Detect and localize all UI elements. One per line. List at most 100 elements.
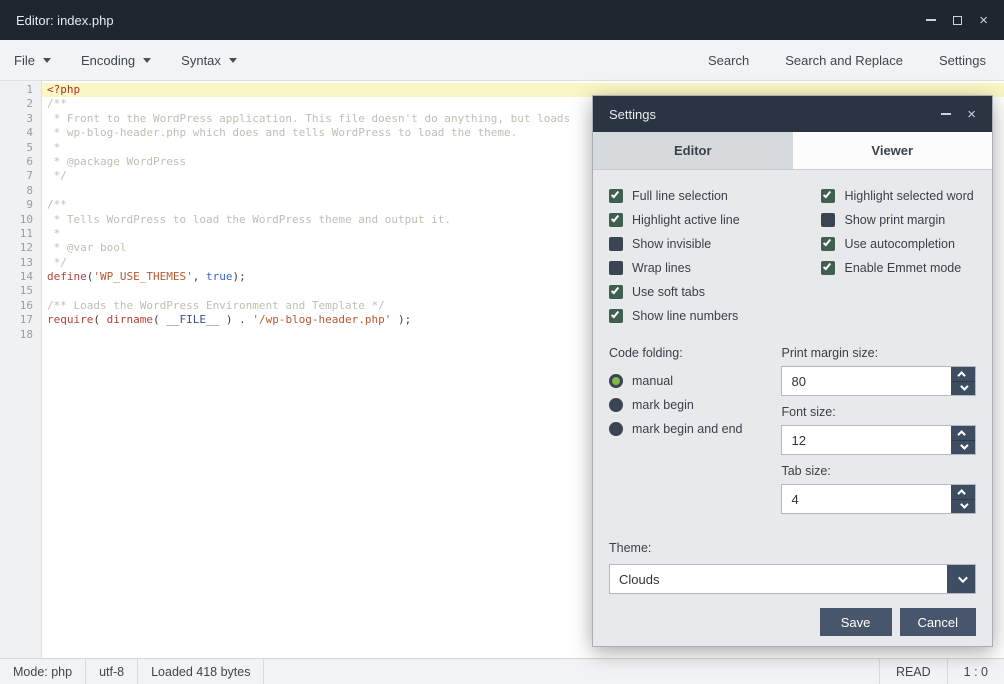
spinner-print-margin-size: Print margin size: 80: [781, 346, 976, 396]
line-number: 15: [0, 284, 42, 298]
dialog-close-button[interactable]: ×: [967, 107, 976, 122]
minimize-icon: [926, 19, 936, 21]
radio-label: mark begin: [632, 398, 694, 412]
line-number: 4: [0, 126, 42, 140]
spinner-buttons: [951, 426, 975, 454]
checkbox[interactable]: [609, 237, 623, 251]
checkbox[interactable]: [821, 213, 835, 227]
maximize-button[interactable]: [953, 16, 962, 25]
checkbox[interactable]: [609, 309, 623, 323]
dialog-minimize-button[interactable]: [941, 113, 951, 115]
dialog-tabs: EditorViewer: [593, 132, 992, 170]
statusbar: Mode: phputf-8Loaded 418 bytes READ1 : 0: [0, 658, 1004, 684]
menu-syntax[interactable]: Syntax: [181, 53, 237, 68]
check-icon: [611, 214, 619, 223]
window-title: Editor: index.php: [16, 13, 114, 28]
checkbox[interactable]: [821, 189, 835, 203]
option-enable-emmet-mode: Enable Emmet mode: [821, 256, 976, 280]
menu-label: Encoding: [81, 53, 135, 68]
status-utf-8: utf-8: [86, 659, 138, 684]
mid-section: Code folding: manualmark beginmark begin…: [609, 346, 976, 523]
radio-selected-dot: [612, 377, 620, 385]
line-number: 2: [0, 97, 42, 111]
print-margin-size-input: 80: [781, 366, 976, 396]
radio-button[interactable]: [609, 398, 623, 412]
spinner-up-button[interactable]: [951, 367, 975, 381]
minimize-icon: [941, 113, 951, 115]
check-icon: [611, 286, 619, 295]
spinner-tab-size: Tab size:4: [781, 464, 976, 514]
save-button[interactable]: Save: [820, 608, 892, 636]
chevron-up-icon: [957, 489, 965, 497]
line-number: 8: [0, 184, 42, 198]
chevron-up-icon: [957, 430, 965, 438]
theme-select[interactable]: Clouds: [609, 564, 976, 594]
minimize-button[interactable]: [926, 19, 936, 21]
chevron-down-icon: [957, 573, 967, 583]
spinner-down-button[interactable]: [951, 381, 975, 396]
option-show-invisible: Show invisible: [609, 232, 781, 256]
option-wrap-lines: Wrap lines: [609, 256, 781, 280]
app-window: Editor: index.php × File Encoding Syntax S…: [0, 0, 1004, 684]
menu-settings[interactable]: Settings: [939, 53, 986, 68]
cancel-button[interactable]: Cancel: [900, 608, 976, 636]
line-number: 10: [0, 213, 42, 227]
status-mode-php: Mode: php: [0, 659, 86, 684]
spinner-down-button[interactable]: [951, 499, 975, 514]
spinner-label: Font size:: [781, 405, 976, 419]
dialog-controls: ×: [941, 107, 976, 122]
line-number: 9: [0, 198, 42, 212]
tab-viewer[interactable]: Viewer: [793, 132, 993, 169]
checkbox[interactable]: [609, 285, 623, 299]
spinner-up-button[interactable]: [951, 426, 975, 440]
menu-file[interactable]: File: [14, 53, 51, 68]
spinner-down-button[interactable]: [951, 440, 975, 455]
maximize-icon: [953, 16, 962, 25]
font-size-input: 12: [781, 425, 976, 455]
radio-manual: manual: [609, 369, 781, 393]
theme-label: Theme:: [609, 541, 976, 555]
tab-size-input: 4: [781, 484, 976, 514]
option-use-autocompletion: Use autocompletion: [821, 232, 976, 256]
code-folding-options: manualmark beginmark begin and end: [609, 369, 781, 441]
line-number: 18: [0, 328, 42, 342]
line-number: 13: [0, 256, 42, 270]
tab-editor[interactable]: Editor: [593, 132, 793, 169]
settings-dialog: Settings × EditorViewer Full line select…: [592, 95, 993, 647]
window-controls: ×: [926, 13, 988, 28]
chevron-down-icon: [960, 383, 968, 391]
menu-encoding[interactable]: Encoding: [81, 53, 151, 68]
checkbox[interactable]: [821, 261, 835, 275]
option-highlight-active-line: Highlight active line: [609, 208, 781, 232]
editor-options: Full line selection Highlight active line…: [609, 184, 781, 328]
checkbox[interactable]: [821, 237, 835, 251]
line-number: 16: [0, 299, 42, 313]
option-show-line-numbers: Show line numbers: [609, 304, 781, 328]
line-number: 12: [0, 241, 42, 255]
menubar-right: Search Search and Replace Settings: [708, 53, 986, 68]
menu-label: Syntax: [181, 53, 221, 68]
check-icon: [823, 238, 831, 247]
check-icon: [823, 190, 831, 199]
status-loaded-418-bytes: Loaded 418 bytes: [138, 659, 264, 684]
option-label: Use autocompletion: [844, 237, 954, 251]
spinner-value[interactable]: 80: [782, 367, 951, 395]
theme-select-button[interactable]: [947, 565, 975, 593]
radio-button[interactable]: [609, 374, 623, 388]
close-button[interactable]: ×: [979, 13, 988, 28]
spinner-up-button[interactable]: [951, 485, 975, 499]
checkbox[interactable]: [609, 213, 623, 227]
radio-button[interactable]: [609, 422, 623, 436]
option-label: Full line selection: [632, 189, 728, 203]
spinner-value[interactable]: 12: [782, 426, 951, 454]
spinner-label: Print margin size:: [781, 346, 976, 360]
checkbox[interactable]: [609, 189, 623, 203]
code-folding-section: Code folding: manualmark beginmark begin…: [609, 346, 781, 523]
menu-search-and-replace[interactable]: Search and Replace: [785, 53, 903, 68]
checkbox[interactable]: [609, 261, 623, 275]
spinner-buttons: [951, 485, 975, 513]
menu-search[interactable]: Search: [708, 53, 749, 68]
spinner-value[interactable]: 4: [782, 485, 951, 513]
line-number: 7: [0, 169, 42, 183]
spinner-buttons: [951, 367, 975, 395]
